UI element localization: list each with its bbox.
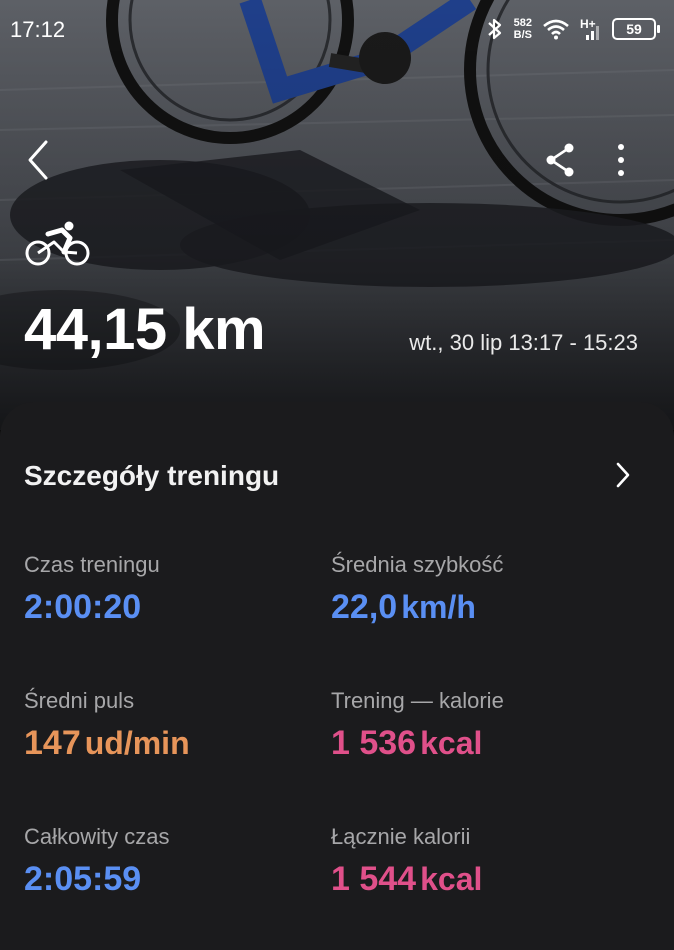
stat-total-time: Całkowity czas 2:05:59 — [24, 824, 169, 899]
cyclist-photo — [0, 0, 674, 430]
chevron-left-icon — [28, 140, 48, 180]
back-button[interactable] — [20, 138, 60, 182]
share-icon — [546, 143, 574, 177]
stat-workout-calories: Trening — kalorie 1 536 kcal — [331, 688, 504, 763]
battery-indicator: 59 — [612, 18, 660, 40]
stat-label: Trening — kalorie — [331, 688, 504, 713]
workout-details-expand-button[interactable] — [608, 460, 638, 490]
share-button[interactable] — [540, 140, 580, 180]
stat-unit: kcal — [420, 725, 483, 761]
more-vertical-icon — [618, 144, 624, 176]
network-speed-value: 582 — [513, 17, 532, 29]
stat-value: 2:00:20 — [24, 588, 160, 627]
stat-value: 22,0 km/h — [331, 588, 503, 627]
bluetooth-icon — [487, 18, 501, 40]
stat-value: 1 544 kcal — [331, 860, 482, 899]
stat-average-heart-rate: Średni puls 147 ud/min — [24, 688, 190, 763]
cycling-icon — [24, 220, 94, 268]
status-bar: 17:12 582 B/S H+ 59 — [0, 0, 674, 60]
stat-value: 2:05:59 — [24, 860, 169, 899]
stat-label: Średnia szybkość — [331, 552, 504, 577]
signal-bars-icon — [586, 26, 599, 40]
stat-number: 1 536 — [331, 724, 417, 762]
stat-total-calories: Łącznie kalorii 1 544 kcal — [331, 824, 482, 899]
battery-level: 59 — [626, 21, 642, 37]
status-time: 17:12 — [10, 17, 66, 42]
stat-unit: ud/min — [84, 725, 190, 761]
stat-number: 22,0 — [331, 588, 398, 626]
more-options-button[interactable] — [606, 140, 636, 180]
mobile-signal: H+ — [580, 17, 602, 41]
network-speed: 582 B/S — [514, 17, 532, 41]
stat-number: 2:00:20 — [24, 588, 142, 626]
stat-value: 1 536 kcal — [331, 724, 504, 763]
stat-unit: km/h — [401, 589, 476, 625]
stat-average-speed: Średnia szybkość 22,0 km/h — [331, 552, 503, 627]
workout-distance: 44,15 km — [24, 297, 266, 362]
stat-number: 147 — [24, 724, 81, 762]
stat-number: 1 544 — [331, 860, 417, 898]
chevron-right-icon — [616, 462, 630, 488]
workout-details-card: Szczegóły treningu Czas treningu 2:00:20… — [0, 402, 674, 950]
stat-label: Średni puls — [24, 688, 135, 713]
wifi-icon — [543, 19, 569, 40]
network-speed-unit: B/S — [513, 29, 532, 41]
stat-number: 2:05:59 — [24, 860, 142, 898]
status-icons: 582 B/S H+ 59 — [486, 14, 660, 44]
stat-unit: kcal — [420, 861, 483, 897]
stat-label: Łącznie kalorii — [331, 824, 471, 849]
stat-workout-time: Czas treningu 2:00:20 — [24, 552, 160, 627]
stat-label: Całkowity czas — [24, 824, 170, 849]
hero-image: 17:12 582 B/S H+ 59 44,15 km wt., 30 lip… — [0, 0, 674, 430]
workout-details-title[interactable]: Szczegóły treningu — [24, 460, 279, 492]
stat-label: Czas treningu — [24, 552, 160, 577]
workout-date-range: wt., 30 lip 13:17 - 15:23 — [409, 330, 638, 355]
stat-value: 147 ud/min — [24, 724, 190, 763]
